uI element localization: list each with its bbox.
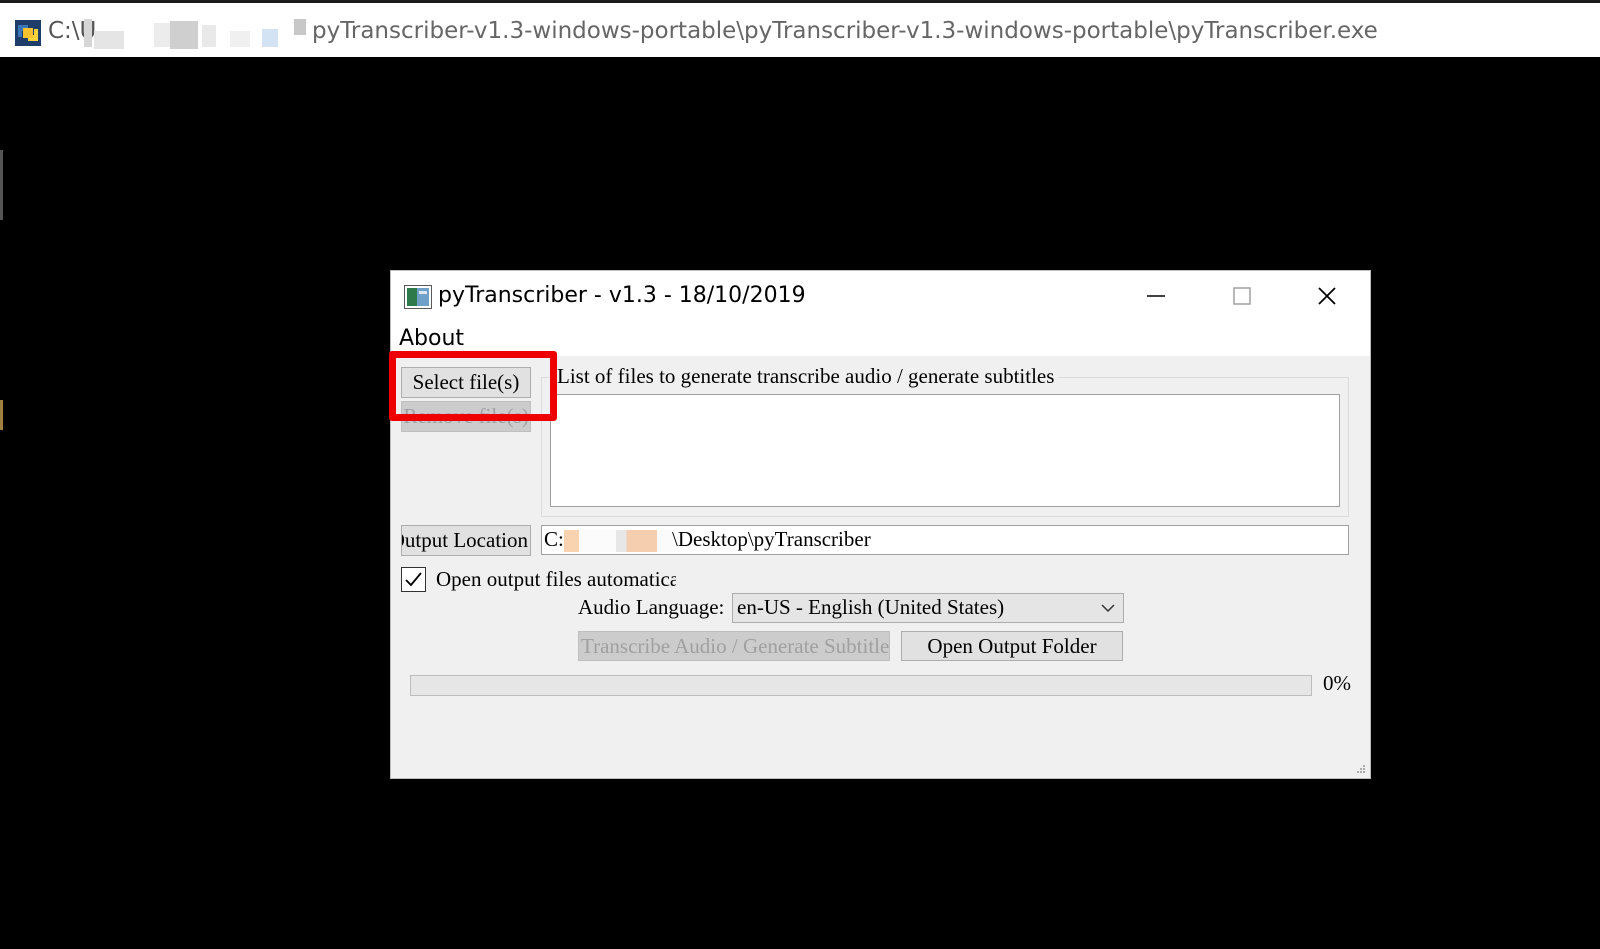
output-location-button[interactable]: Output Location bbox=[401, 525, 531, 556]
chevron-down-icon bbox=[1101, 604, 1115, 613]
audio-language-label: Audio Language: bbox=[578, 595, 725, 619]
left-edge-marker bbox=[0, 400, 3, 430]
console-path-suffix: pyTranscriber-v1.3-windows-portable\pyTr… bbox=[312, 18, 1378, 44]
open-output-auto-label: Open output files automatically bbox=[436, 567, 676, 591]
transcribe-button[interactable]: Transcribe Audio / Generate Subtitles bbox=[578, 631, 890, 661]
output-path-field[interactable]: C: \Desktop\pyTranscriber bbox=[541, 525, 1349, 555]
left-edge-marker bbox=[0, 150, 3, 220]
minimize-icon bbox=[1147, 295, 1165, 297]
minimize-button[interactable] bbox=[1113, 271, 1199, 321]
output-path-prefix: C: bbox=[544, 527, 564, 551]
window-title: pyTranscriber - v1.3 - 18/10/2019 bbox=[438, 283, 806, 308]
window-titlebar[interactable]: pyTranscriber - v1.3 - 18/10/2019 bbox=[391, 271, 1370, 321]
file-list-group-title: List of files to generate transcribe aud… bbox=[553, 364, 1059, 389]
output-path-suffix: \Desktop\pyTranscriber bbox=[672, 527, 871, 551]
checkmark-icon bbox=[405, 572, 422, 587]
audio-language-select[interactable]: en-US - English (United States) bbox=[732, 593, 1124, 623]
open-output-folder-button[interactable]: Open Output Folder bbox=[901, 631, 1123, 661]
open-output-auto-checkbox[interactable] bbox=[401, 567, 426, 592]
close-icon bbox=[1318, 287, 1336, 305]
redacted-path-segment bbox=[84, 17, 310, 51]
app-window-icon bbox=[404, 285, 432, 309]
menu-about[interactable]: About bbox=[399, 326, 464, 351]
resize-grip-icon[interactable] bbox=[1356, 764, 1366, 774]
console-titlebar: C:\U pyTranscriber-v1.3-windows-portable… bbox=[0, 0, 1600, 57]
select-files-highlight bbox=[389, 351, 557, 421]
file-list[interactable] bbox=[550, 394, 1340, 507]
maximize-button[interactable] bbox=[1199, 271, 1285, 321]
redacted-username bbox=[564, 530, 672, 552]
audio-language-value: en-US - English (United States) bbox=[737, 595, 1005, 619]
progress-text: 0% bbox=[1323, 671, 1351, 695]
close-button[interactable] bbox=[1284, 271, 1370, 321]
maximize-icon bbox=[1233, 287, 1251, 305]
progress-bar bbox=[410, 675, 1312, 696]
pytranscriber-window: pyTranscriber - v1.3 - 18/10/2019 About … bbox=[390, 270, 1371, 779]
python-console-icon bbox=[14, 19, 42, 47]
